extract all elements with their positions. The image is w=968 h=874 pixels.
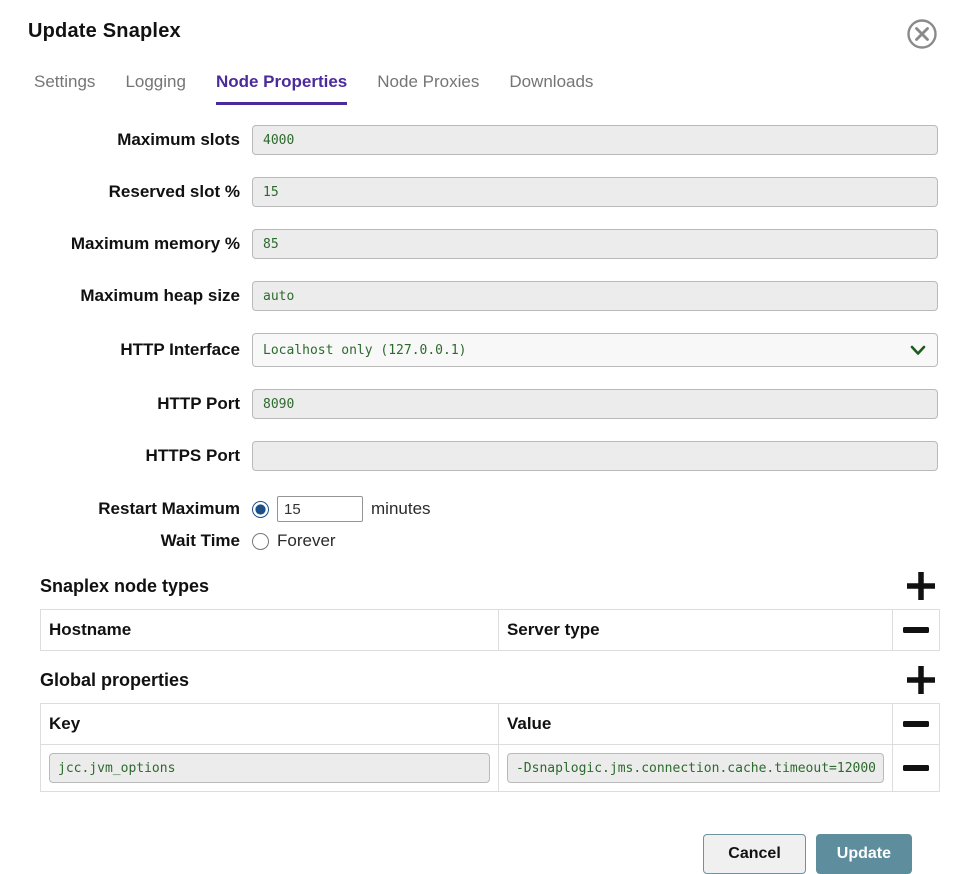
global-properties-heading: Global properties (40, 670, 189, 691)
forever-label: Forever (277, 531, 336, 551)
tab-logging[interactable]: Logging (125, 72, 186, 105)
global-properties-table: Key Value (40, 703, 940, 792)
node-types-table: Hostname Server type (40, 609, 940, 651)
form-row-maximum-heap: Maximum heap size (28, 281, 940, 311)
property-value-input[interactable] (507, 753, 884, 783)
form-row-maximum-slots: Maximum slots (28, 125, 940, 155)
plus-icon (906, 571, 936, 601)
minus-icon (903, 764, 929, 772)
tab-node-properties[interactable]: Node Properties (216, 72, 347, 105)
dialog-header: Update Snaplex (28, 18, 940, 50)
snaplex-node-types-section: Snaplex node types Hostname Server type (40, 571, 940, 651)
global-properties-section: Global properties Key Value (40, 665, 940, 792)
tab-node-proxies[interactable]: Node Proxies (377, 72, 479, 105)
server-type-column-header: Server type (499, 610, 893, 650)
maximum-heap-label: Maximum heap size (28, 285, 252, 306)
remove-global-property-header-button[interactable] (893, 704, 939, 744)
tab-bar: Settings Logging Node Properties Node Pr… (34, 72, 940, 105)
value-column-header: Value (499, 704, 893, 744)
restart-wait-minutes-input[interactable] (277, 496, 363, 522)
property-key-input[interactable] (49, 753, 490, 783)
https-port-label: HTTPS Port (28, 445, 252, 466)
close-icon[interactable] (906, 18, 938, 50)
dialog-footer: Cancel Update (28, 834, 912, 874)
http-port-label: HTTP Port (28, 393, 252, 414)
minus-icon (903, 626, 929, 634)
global-property-row (41, 744, 939, 791)
update-snaplex-dialog: Update Snaplex Settings Logging Node Pro… (0, 0, 968, 874)
plus-icon (906, 665, 936, 695)
maximum-slots-input[interactable] (252, 125, 938, 155)
restart-wait-forever-option: Forever (252, 525, 940, 557)
node-types-header-row: Hostname Server type (41, 610, 939, 650)
node-properties-form: Maximum slots Reserved slot % Maximum me… (28, 125, 940, 557)
form-row-maximum-memory: Maximum memory % (28, 229, 940, 259)
maximum-heap-input[interactable] (252, 281, 938, 311)
restart-wait-forever-radio[interactable] (252, 533, 269, 550)
http-interface-label: HTTP Interface (28, 339, 252, 360)
maximum-memory-label: Maximum memory % (28, 233, 252, 254)
form-row-reserved-slot: Reserved slot % (28, 177, 940, 207)
add-global-property-button[interactable] (902, 665, 940, 695)
restart-wait-minutes-option: minutes (252, 493, 940, 525)
form-row-https-port: HTTPS Port (28, 441, 940, 471)
dialog-title: Update Snaplex (28, 18, 181, 43)
tab-downloads[interactable]: Downloads (509, 72, 593, 105)
form-row-http-interface: HTTP Interface Localhost only (127.0.0.1… (28, 333, 940, 367)
add-node-type-button[interactable] (902, 571, 940, 601)
https-port-input[interactable] (252, 441, 938, 471)
reserved-slot-label: Reserved slot % (28, 181, 252, 202)
restart-wait-minutes-radio[interactable] (252, 501, 269, 518)
hostname-column-header: Hostname (41, 610, 499, 650)
remove-global-property-row-button[interactable] (893, 745, 939, 791)
minus-icon (903, 720, 929, 728)
maximum-memory-input[interactable] (252, 229, 938, 259)
global-properties-header-row: Key Value (41, 704, 939, 744)
form-row-restart-wait: Restart Maximum Wait Time minutes Foreve… (28, 493, 940, 557)
minutes-suffix-label: minutes (371, 499, 431, 519)
restart-wait-label: Restart Maximum Wait Time (28, 493, 252, 557)
update-button[interactable]: Update (816, 834, 912, 874)
maximum-slots-label: Maximum slots (28, 129, 252, 150)
form-row-http-port: HTTP Port (28, 389, 940, 419)
http-port-input[interactable] (252, 389, 938, 419)
remove-node-type-button[interactable] (893, 610, 939, 650)
node-types-heading: Snaplex node types (40, 576, 209, 597)
tab-settings[interactable]: Settings (34, 72, 95, 105)
key-column-header: Key (41, 704, 499, 744)
cancel-button[interactable]: Cancel (703, 834, 805, 874)
reserved-slot-input[interactable] (252, 177, 938, 207)
http-interface-select[interactable]: Localhost only (127.0.0.1) (252, 333, 938, 367)
